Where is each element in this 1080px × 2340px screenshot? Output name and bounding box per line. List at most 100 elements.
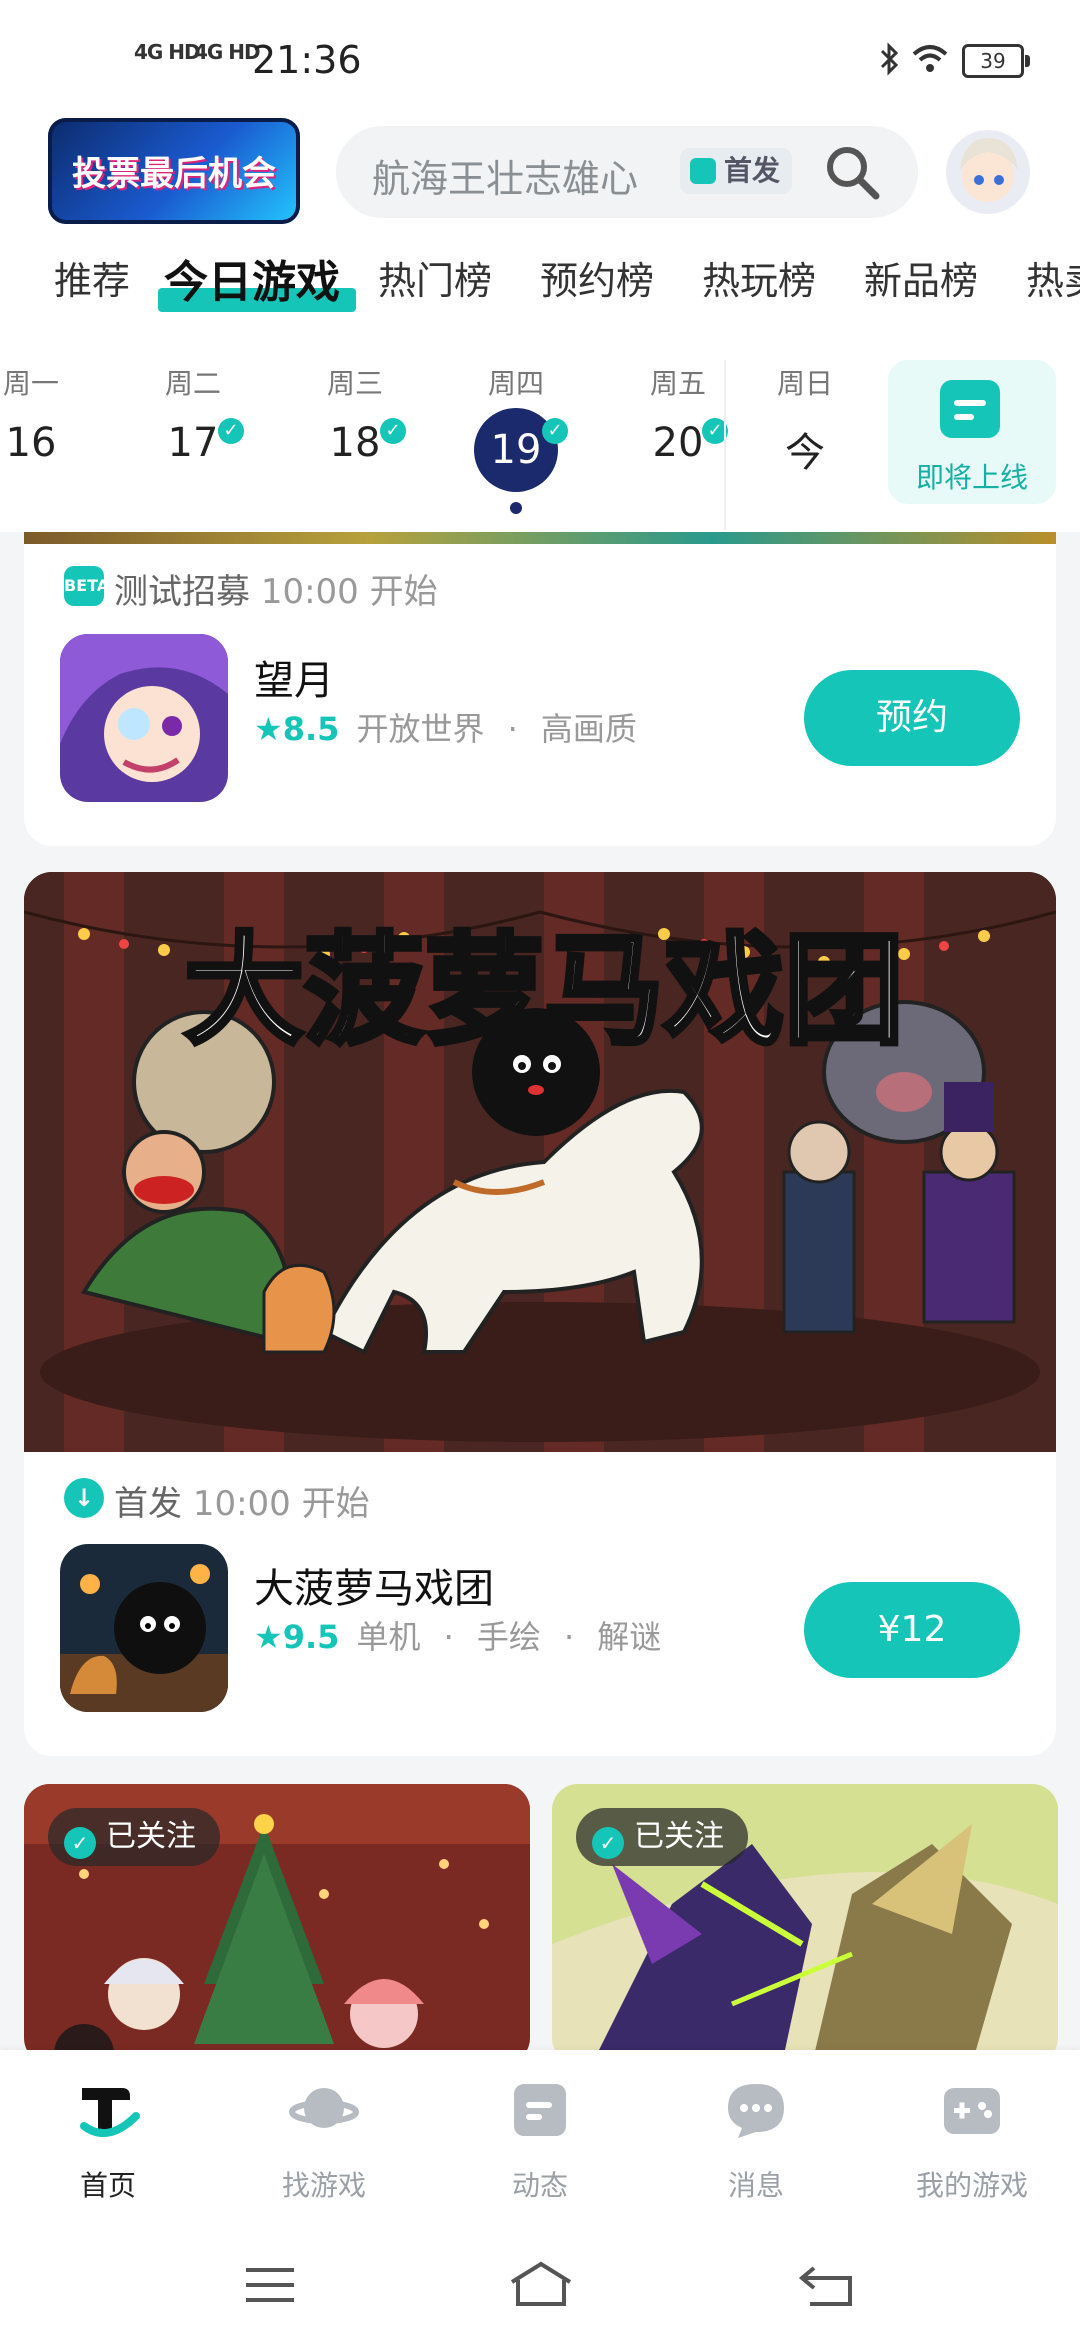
- game-name[interactable]: 望月: [254, 648, 334, 706]
- planet-icon: [289, 2088, 359, 2128]
- heart-check-icon: ✓: [64, 1827, 96, 1859]
- battery-level: 39: [980, 49, 1006, 73]
- day-thu-label[interactable]: 周四: [471, 362, 561, 402]
- check-icon: ✓: [218, 418, 244, 444]
- divider: [724, 360, 726, 530]
- rating: 9.5: [282, 1618, 340, 1656]
- tab-new[interactable]: 新品榜: [864, 250, 978, 305]
- avatar[interactable]: [946, 130, 1030, 214]
- signal-2: 4G HD: [194, 40, 261, 64]
- nav-label: 消息: [727, 2169, 784, 2202]
- follow-badge[interactable]: ✓ 已关注: [576, 1808, 748, 1866]
- card-meta: 首发 10:00 开始: [114, 1476, 370, 1525]
- upcoming-button[interactable]: 即将上线: [888, 360, 1056, 504]
- day-fri-label[interactable]: 周五: [633, 362, 723, 402]
- nav-find-games[interactable]: 找游戏: [216, 2074, 432, 2204]
- game-info: ★8.5 开放世界 · 高画质: [254, 704, 637, 750]
- separator: ·: [507, 710, 518, 748]
- tab-hot-play[interactable]: 热玩榜: [702, 250, 816, 305]
- meta-type: 首发: [114, 1484, 182, 1524]
- tag: 单机: [356, 1618, 421, 1656]
- nav-label: 找游戏: [281, 2169, 366, 2202]
- star-icon: ★: [254, 710, 283, 748]
- day-mon-number[interactable]: 16: [0, 420, 76, 466]
- game-thumb-christmas[interactable]: ✓ 已关注: [24, 1784, 530, 2064]
- selected-dot: [510, 502, 522, 514]
- tab-hot[interactable]: 热门榜: [378, 250, 492, 305]
- day-sun-label[interactable]: 周日: [760, 362, 850, 402]
- download-icon: ↓: [64, 1478, 104, 1518]
- search-bar[interactable]: 航海王壮志雄心 首发: [336, 126, 918, 218]
- avatar-image: [960, 138, 1018, 202]
- tag: 手绘: [476, 1618, 541, 1656]
- promo-banner-button[interactable]: 投票最后机会: [48, 118, 300, 224]
- signal-1: 4G HD: [134, 40, 201, 64]
- game-thumb-mecha[interactable]: ✓ 已关注: [552, 1784, 1058, 2064]
- search-placeholder: 航海王壮志雄心: [372, 157, 639, 201]
- meta-time: 10:00 开始: [260, 572, 438, 612]
- day-mon-label[interactable]: 周一: [0, 362, 76, 402]
- calendar-icon: [940, 380, 1000, 438]
- nav-messages[interactable]: 消息: [648, 2074, 864, 2204]
- nav-my-games[interactable]: 我的游戏: [864, 2074, 1080, 2204]
- status-bar: 4G HD 4G HD 21:36 39: [0, 0, 1080, 110]
- separator: ·: [563, 1618, 575, 1656]
- nav-home[interactable]: 首页: [0, 2074, 216, 2204]
- previous-banner-edge: [24, 532, 1056, 544]
- tab-reserve[interactable]: 预约榜: [540, 250, 654, 305]
- tab-recommend[interactable]: 推荐: [54, 250, 130, 305]
- gamepad-icon: [944, 2088, 1000, 2134]
- tab-today-games[interactable]: 今日游戏: [164, 246, 340, 310]
- meta-type: 测试招募: [114, 572, 250, 612]
- back-icon[interactable]: [796, 2260, 856, 2310]
- card-meta: 测试招募 10:00 开始: [114, 564, 438, 613]
- tag: 高画质: [540, 710, 637, 748]
- meta-time: 10:00 开始: [192, 1484, 370, 1524]
- tag: 解谜: [597, 1618, 662, 1656]
- clock: 21:36: [252, 38, 362, 82]
- game-card-circus[interactable]: ↓ 首发 10:00 开始 大菠萝马戏团 ★9.5 单机 · 手绘 · 解谜 ¥…: [24, 1452, 1056, 1756]
- app-icon-circus[interactable]: [60, 1544, 228, 1712]
- banner-image-circus[interactable]: 大菠萝马戏团: [24, 872, 1056, 1452]
- launch-icon: [690, 158, 716, 184]
- star-icon: ★: [254, 1618, 283, 1656]
- battery-indicator: 39: [962, 44, 1030, 78]
- follow-label: 已关注: [634, 1819, 724, 1854]
- nav-feed[interactable]: 动态: [432, 2074, 648, 2204]
- search-icon[interactable]: [820, 140, 884, 204]
- nav-label: 动态: [511, 2169, 568, 2202]
- chat-icon: [728, 2084, 784, 2138]
- check-icon: ✓: [380, 418, 406, 444]
- reserve-button[interactable]: 预约: [804, 670, 1020, 766]
- game-card-wangyue[interactable]: BETA 测试招募 10:00 开始 望月 ★8.5 开放世界 · 高画质 预约: [24, 544, 1056, 846]
- game-name[interactable]: 大菠萝马戏团: [254, 1556, 494, 1614]
- wifi-icon: [912, 45, 948, 72]
- buy-button[interactable]: ¥12: [804, 1582, 1020, 1678]
- day-tue-label[interactable]: 周二: [148, 362, 238, 402]
- search-badge-label: 首发: [724, 154, 781, 187]
- nav-label: 首页: [79, 2169, 136, 2202]
- home-icon[interactable]: [506, 2260, 576, 2310]
- beta-icon: BETA: [64, 566, 109, 606]
- search-badge: 首发: [680, 148, 793, 194]
- bluetooth-icon: [880, 42, 899, 76]
- feed-icon: [514, 2084, 566, 2136]
- upcoming-label: 即将上线: [915, 461, 1028, 494]
- nav-label: 我的游戏: [915, 2169, 1028, 2202]
- check-icon: ✓: [542, 418, 568, 444]
- tag: 开放世界: [356, 710, 485, 748]
- day-wed-label[interactable]: 周三: [310, 362, 400, 402]
- rating: 8.5: [282, 710, 340, 748]
- app-icon-wangyue[interactable]: [60, 634, 228, 802]
- game-info: ★9.5 单机 · 手绘 · 解谜: [254, 1612, 661, 1658]
- separator: ·: [443, 1618, 454, 1656]
- tab-hot-sale[interactable]: 热卖: [1026, 250, 1080, 305]
- bottom-nav: 首页 找游戏 动态 消息 我的游戏: [0, 2050, 1080, 2340]
- banner-title: 大菠萝马戏团: [184, 922, 904, 1061]
- follow-badge[interactable]: ✓ 已关注: [48, 1808, 220, 1866]
- promo-label: 投票最后机会: [72, 154, 276, 194]
- heart-check-icon: ✓: [592, 1827, 624, 1859]
- menu-icon[interactable]: [240, 2260, 300, 2310]
- taptap-logo-icon: [80, 2088, 140, 2137]
- day-today-number[interactable]: 今: [760, 420, 850, 478]
